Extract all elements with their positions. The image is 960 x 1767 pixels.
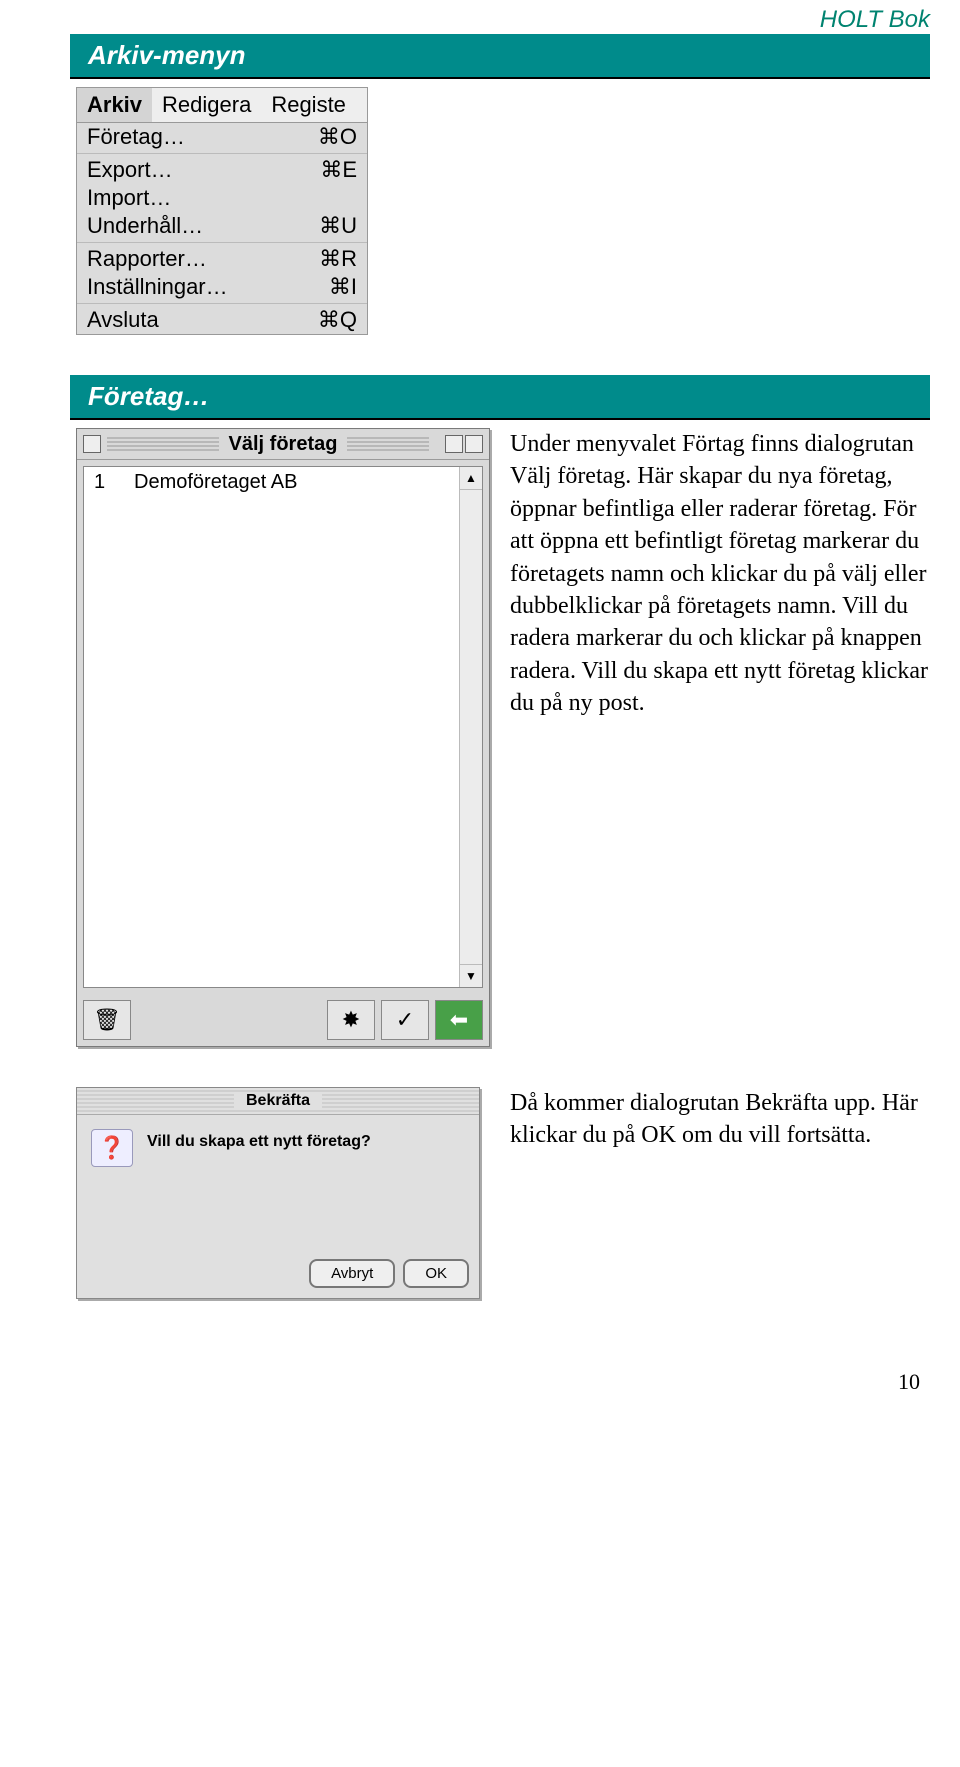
menu-item-underhall[interactable]: Underhåll… ⌘U bbox=[77, 212, 367, 240]
ok-button[interactable]: OK bbox=[403, 1259, 469, 1288]
menu-item-export[interactable]: Export… ⌘E bbox=[77, 156, 367, 184]
valj-foretag-window: Välj företag 1 Demoföretaget AB ▲ ▼ 🗑 ✸ … bbox=[76, 428, 490, 1047]
paragraph-foretag: Under menyvalet Förtag finns dialogrutan… bbox=[510, 428, 930, 720]
menu-item-installningar[interactable]: Inställningar… ⌘I bbox=[77, 273, 367, 301]
window-title: Välj företag bbox=[219, 433, 348, 456]
brand-label: HOLT Bok bbox=[0, 0, 960, 34]
zoom-box-icon[interactable] bbox=[445, 435, 463, 453]
cancel-button[interactable]: Avbryt bbox=[309, 1259, 395, 1288]
menubar-arkiv[interactable]: Arkiv bbox=[77, 88, 152, 122]
select-button[interactable]: ⬅ bbox=[435, 1000, 483, 1040]
paragraph-bekrafta: Då kommer dialogrutan Bekräfta upp. Här … bbox=[510, 1087, 930, 1152]
question-icon: ❓ bbox=[91, 1129, 133, 1167]
section-foretag-heading: Företag… bbox=[70, 375, 930, 420]
menubar-redigera[interactable]: Redigera bbox=[152, 88, 261, 122]
menubar-register[interactable]: Registe bbox=[261, 88, 356, 122]
dialog-question: Vill du skapa ett nytt företag? bbox=[147, 1129, 371, 1239]
delete-button[interactable]: 🗑 bbox=[83, 1000, 131, 1040]
list-item[interactable]: 1 Demoföretaget AB bbox=[84, 467, 482, 498]
dialog-title: Bekräfta bbox=[234, 1092, 322, 1109]
section-arkiv-heading: Arkiv-menyn bbox=[70, 34, 930, 79]
menu-item-foretag[interactable]: Företag… ⌘O bbox=[77, 123, 367, 151]
menu-item-avsluta[interactable]: Avsluta ⌘Q bbox=[77, 306, 367, 334]
page-number: 10 bbox=[0, 1369, 960, 1415]
confirm-checkmark-icon[interactable]: ✓ bbox=[381, 1000, 429, 1040]
menu-item-import[interactable]: Import… bbox=[77, 184, 367, 212]
new-button[interactable]: ✸ bbox=[327, 1000, 375, 1040]
scrollbar[interactable]: ▲ ▼ bbox=[459, 467, 482, 987]
scroll-up-icon[interactable]: ▲ bbox=[460, 467, 482, 490]
scroll-down-icon[interactable]: ▼ bbox=[460, 964, 482, 987]
collapse-box-icon[interactable] bbox=[465, 435, 483, 453]
close-box-icon[interactable] bbox=[83, 435, 101, 453]
arkiv-menu-screenshot: Arkiv Redigera Registe Företag… ⌘O Expor… bbox=[76, 87, 368, 335]
menu-item-rapporter[interactable]: Rapporter… ⌘R bbox=[77, 245, 367, 273]
bekrafta-dialog: Bekräfta ❓ Vill du skapa ett nytt företa… bbox=[76, 1087, 480, 1299]
company-list[interactable]: 1 Demoföretaget AB ▲ ▼ bbox=[83, 466, 483, 988]
